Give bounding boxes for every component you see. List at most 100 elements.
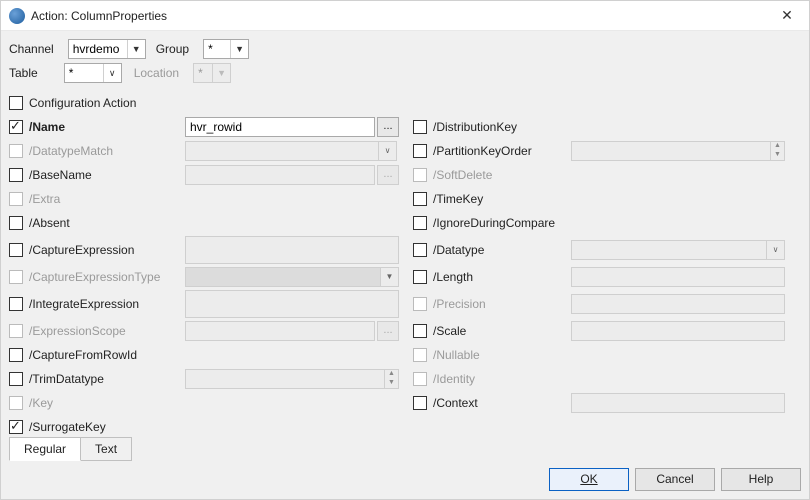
- input-datatype: [571, 240, 767, 260]
- label-length: /Length: [431, 270, 571, 284]
- row-surrogate-key: /SurrogateKey: [9, 415, 405, 439]
- channel-input[interactable]: [69, 40, 127, 58]
- checkbox-capture-expression[interactable]: [9, 243, 23, 257]
- checkbox-absent[interactable]: [9, 216, 23, 230]
- label-precision: /Precision: [431, 297, 571, 311]
- label-configuration-action: Configuration Action: [27, 96, 136, 110]
- channel-combo[interactable]: ▼: [68, 39, 146, 59]
- checkbox-configuration-action[interactable]: [9, 96, 23, 110]
- row-partition-key-order: /PartitionKeyOrder ▲▼: [413, 139, 809, 163]
- label-distribution-key: /DistributionKey: [431, 120, 571, 134]
- row-integrate-expression: /IntegrateExpression: [9, 289, 405, 319]
- label-basename: /BaseName: [27, 168, 185, 182]
- row-precision: /Precision: [413, 289, 809, 319]
- checkbox-distribution-key[interactable]: [413, 120, 427, 134]
- label-datatype-match: /DatatypeMatch: [27, 144, 185, 158]
- browse-button-expression-scope: ...: [377, 321, 399, 341]
- filter-row-2: Table ∨ Location ▼: [1, 63, 809, 87]
- spinner-trim-datatype: ▲▼: [385, 369, 399, 389]
- location-input: [194, 64, 212, 82]
- row-length: /Length: [413, 265, 809, 289]
- label-expression-scope: /ExpressionScope: [27, 324, 185, 338]
- checkbox-key[interactable]: [9, 396, 23, 410]
- browse-button-name[interactable]: ...: [377, 117, 399, 137]
- input-capture-expression: [185, 236, 399, 264]
- checkbox-capture-from-rowid[interactable]: [9, 348, 23, 362]
- group-label: Group: [156, 42, 189, 56]
- checkbox-extra[interactable]: [9, 192, 23, 206]
- row-time-key: /TimeKey: [413, 187, 809, 211]
- label-capture-from-rowid: /CaptureFromRowId: [27, 348, 185, 362]
- filter-row-1: Channel ▼ Group ▼: [1, 31, 809, 63]
- app-icon: [9, 8, 25, 24]
- label-ignore-during-compare: /IgnoreDuringCompare: [431, 216, 591, 230]
- checkbox-ignore-during-compare[interactable]: [413, 216, 427, 230]
- row-ignore-during-compare: /IgnoreDuringCompare: [413, 211, 809, 235]
- checkbox-datatype-match[interactable]: [9, 144, 23, 158]
- label-trim-datatype: /TrimDatatype: [27, 372, 185, 386]
- checkbox-capture-expression-type[interactable]: [9, 270, 23, 284]
- checkbox-time-key[interactable]: [413, 192, 427, 206]
- row-distribution-key: /DistributionKey: [413, 115, 809, 139]
- chevron-down-icon[interactable]: ▼: [230, 40, 248, 58]
- input-length: [571, 267, 785, 287]
- group-combo[interactable]: ▼: [203, 39, 249, 59]
- input-datatype-match: [185, 141, 379, 161]
- checkbox-trim-datatype[interactable]: [9, 372, 23, 386]
- checkbox-surrogate-key[interactable]: [9, 420, 23, 434]
- checkbox-precision[interactable]: [413, 297, 427, 311]
- row-context: /Context: [413, 391, 809, 415]
- checkbox-context[interactable]: [413, 396, 427, 410]
- row-name: /Name ...: [9, 115, 405, 139]
- row-extra: /Extra: [9, 187, 405, 211]
- label-soft-delete: /SoftDelete: [431, 168, 571, 182]
- dropdown-datatype: ∨: [767, 240, 785, 260]
- checkbox-soft-delete[interactable]: [413, 168, 427, 182]
- checkbox-name[interactable]: [9, 120, 23, 134]
- label-absent: /Absent: [27, 216, 185, 230]
- tab-regular[interactable]: Regular: [9, 437, 81, 461]
- right-column: /DistributionKey /PartitionKeyOrder ▲▼ /…: [413, 115, 809, 439]
- input-precision: [571, 294, 785, 314]
- row-configuration-action: Configuration Action: [9, 91, 801, 115]
- group-input[interactable]: [204, 40, 230, 58]
- spinner-partition-key-order: ▲▼: [771, 141, 785, 161]
- label-scale: /Scale: [431, 324, 571, 338]
- chevron-down-icon[interactable]: ▼: [127, 40, 145, 58]
- chevron-down-icon[interactable]: ∨: [103, 64, 121, 82]
- cancel-button[interactable]: Cancel: [635, 468, 715, 491]
- table-label: Table: [9, 66, 38, 80]
- ok-button[interactable]: OK: [549, 468, 629, 491]
- dropdown-datatype-match: ∨: [379, 141, 397, 161]
- table-combo[interactable]: ∨: [64, 63, 122, 83]
- checkbox-basename[interactable]: [9, 168, 23, 182]
- label-capture-expression-type: /CaptureExpressionType: [27, 270, 185, 284]
- input-trim-datatype: [185, 369, 385, 389]
- row-identity: /Identity: [413, 367, 809, 391]
- label-extra: /Extra: [27, 192, 185, 206]
- input-partition-key-order: [571, 141, 771, 161]
- row-key: /Key: [9, 391, 405, 415]
- window-title: Action: ColumnProperties: [31, 9, 773, 23]
- dialog-buttons: OK Cancel Help: [549, 468, 801, 491]
- checkbox-expression-scope[interactable]: [9, 324, 23, 338]
- label-name: /Name: [27, 120, 185, 134]
- checkbox-scale[interactable]: [413, 324, 427, 338]
- row-capture-expression-type: /CaptureExpressionType ▼: [9, 265, 405, 289]
- label-datatype: /Datatype: [431, 243, 571, 257]
- checkbox-integrate-expression[interactable]: [9, 297, 23, 311]
- checkbox-partition-key-order[interactable]: [413, 144, 427, 158]
- input-expression-scope: [185, 321, 375, 341]
- help-button[interactable]: Help: [721, 468, 801, 491]
- input-name[interactable]: [185, 117, 375, 137]
- checkbox-datatype[interactable]: [413, 243, 427, 257]
- left-column: /Name ... /DatatypeMatch ∨ /BaseName ...: [9, 115, 405, 439]
- tab-text[interactable]: Text: [81, 437, 132, 461]
- table-input[interactable]: [65, 64, 103, 82]
- checkbox-nullable[interactable]: [413, 348, 427, 362]
- checkbox-length[interactable]: [413, 270, 427, 284]
- chevron-down-icon: ▼: [212, 64, 230, 82]
- close-icon[interactable]: ✕: [773, 7, 801, 24]
- checkbox-identity[interactable]: [413, 372, 427, 386]
- titlebar: Action: ColumnProperties ✕: [1, 1, 809, 31]
